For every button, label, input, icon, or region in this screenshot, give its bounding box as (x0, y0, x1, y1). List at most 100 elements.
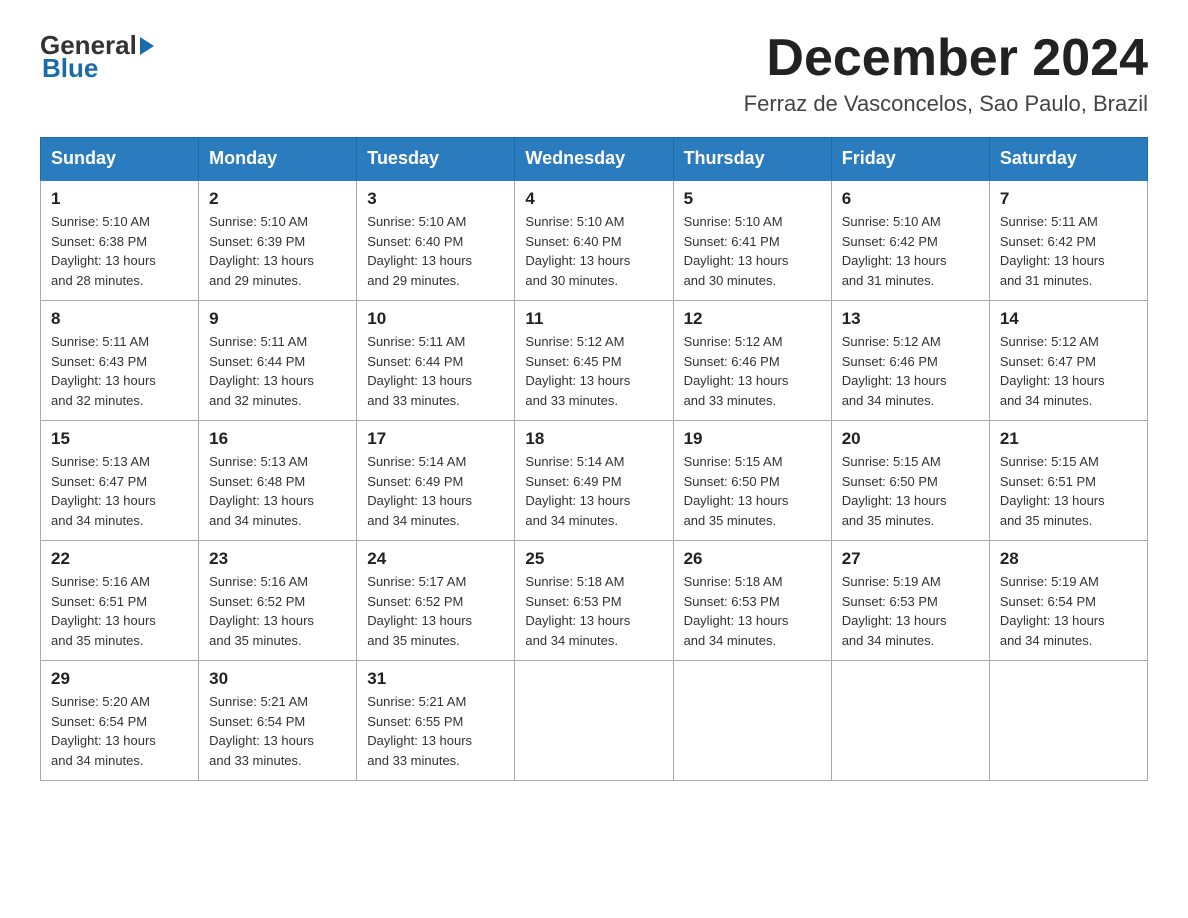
day-cell: 26 Sunrise: 5:18 AMSunset: 6:53 PMDayligh… (673, 541, 831, 661)
day-info: Sunrise: 5:17 AMSunset: 6:52 PMDaylight:… (367, 572, 504, 650)
calendar-table: Sunday Monday Tuesday Wednesday Thursday… (40, 137, 1148, 781)
day-cell: 27 Sunrise: 5:19 AMSunset: 6:53 PMDayligh… (831, 541, 989, 661)
day-number: 20 (842, 429, 979, 449)
header-thursday: Thursday (673, 138, 831, 181)
logo-blue-text: Blue (42, 53, 98, 84)
week-row-2: 8Sunrise: 5:11 AMSunset: 6:43 PMDaylight… (41, 301, 1148, 421)
day-number: 13 (842, 309, 979, 329)
header-wednesday: Wednesday (515, 138, 673, 181)
day-cell: 17 Sunrise: 5:14 AMSunset: 6:49 PMDayligh… (357, 421, 515, 541)
day-number: 6 (842, 189, 979, 209)
day-cell: 31 Sunrise: 5:21 AMSunset: 6:55 PMDayligh… (357, 661, 515, 781)
day-number: 9 (209, 309, 346, 329)
day-cell: 5 Sunrise: 5:10 AMSunset: 6:41 PMDaylight… (673, 180, 831, 301)
day-number: 15 (51, 429, 188, 449)
day-info: Sunrise: 5:14 AMSunset: 6:49 PMDaylight:… (525, 452, 662, 530)
day-cell (673, 661, 831, 781)
day-cell: 18 Sunrise: 5:14 AMSunset: 6:49 PMDayligh… (515, 421, 673, 541)
day-cell: 8Sunrise: 5:11 AMSunset: 6:43 PMDaylight… (41, 301, 199, 421)
day-number: 27 (842, 549, 979, 569)
day-cell: 29 Sunrise: 5:20 AMSunset: 6:54 PMDayligh… (41, 661, 199, 781)
day-cell: 25 Sunrise: 5:18 AMSunset: 6:53 PMDayligh… (515, 541, 673, 661)
day-number: 16 (209, 429, 346, 449)
day-info: Sunrise: 5:15 AMSunset: 6:50 PMDaylight:… (684, 452, 821, 530)
day-cell (831, 661, 989, 781)
day-cell (515, 661, 673, 781)
day-number: 11 (525, 309, 662, 329)
day-info: Sunrise: 5:14 AMSunset: 6:49 PMDaylight:… (367, 452, 504, 530)
day-info: Sunrise: 5:11 AMSunset: 6:42 PMDaylight:… (1000, 212, 1137, 290)
day-info: Sunrise: 5:11 AMSunset: 6:44 PMDaylight:… (367, 332, 504, 410)
day-cell: 16 Sunrise: 5:13 AMSunset: 6:48 PMDayligh… (199, 421, 357, 541)
day-number: 26 (684, 549, 821, 569)
day-info: Sunrise: 5:16 AMSunset: 6:52 PMDaylight:… (209, 572, 346, 650)
day-cell: 9Sunrise: 5:11 AMSunset: 6:44 PMDaylight… (199, 301, 357, 421)
day-number: 3 (367, 189, 504, 209)
location-subtitle: Ferraz de Vasconcelos, Sao Paulo, Brazil (744, 91, 1148, 117)
week-row-4: 22 Sunrise: 5:16 AMSunset: 6:51 PMDayligh… (41, 541, 1148, 661)
day-cell: 10Sunrise: 5:11 AMSunset: 6:44 PMDayligh… (357, 301, 515, 421)
day-cell: 2 Sunrise: 5:10 AMSunset: 6:39 PMDaylight… (199, 180, 357, 301)
day-number: 2 (209, 189, 346, 209)
day-info: Sunrise: 5:19 AMSunset: 6:53 PMDaylight:… (842, 572, 979, 650)
title-area: December 2024 Ferraz de Vasconcelos, Sao… (744, 30, 1148, 117)
day-number: 19 (684, 429, 821, 449)
day-number: 17 (367, 429, 504, 449)
day-number: 31 (367, 669, 504, 689)
day-info: Sunrise: 5:11 AMSunset: 6:43 PMDaylight:… (51, 332, 188, 410)
day-cell: 19 Sunrise: 5:15 AMSunset: 6:50 PMDayligh… (673, 421, 831, 541)
day-info: Sunrise: 5:21 AMSunset: 6:55 PMDaylight:… (367, 692, 504, 770)
day-info: Sunrise: 5:10 AMSunset: 6:40 PMDaylight:… (367, 212, 504, 290)
day-info: Sunrise: 5:18 AMSunset: 6:53 PMDaylight:… (684, 572, 821, 650)
weekday-header-row: Sunday Monday Tuesday Wednesday Thursday… (41, 138, 1148, 181)
day-info: Sunrise: 5:15 AMSunset: 6:51 PMDaylight:… (1000, 452, 1137, 530)
day-number: 22 (51, 549, 188, 569)
day-info: Sunrise: 5:10 AMSunset: 6:38 PMDaylight:… (51, 212, 188, 290)
day-number: 29 (51, 669, 188, 689)
day-number: 7 (1000, 189, 1137, 209)
day-cell: 7 Sunrise: 5:11 AMSunset: 6:42 PMDaylight… (989, 180, 1147, 301)
week-row-5: 29 Sunrise: 5:20 AMSunset: 6:54 PMDayligh… (41, 661, 1148, 781)
day-info: Sunrise: 5:16 AMSunset: 6:51 PMDaylight:… (51, 572, 188, 650)
day-cell: 1 Sunrise: 5:10 AMSunset: 6:38 PMDaylight… (41, 180, 199, 301)
day-info: Sunrise: 5:12 AMSunset: 6:47 PMDaylight:… (1000, 332, 1137, 410)
day-info: Sunrise: 5:12 AMSunset: 6:45 PMDaylight:… (525, 332, 662, 410)
day-info: Sunrise: 5:10 AMSunset: 6:41 PMDaylight:… (684, 212, 821, 290)
day-info: Sunrise: 5:12 AMSunset: 6:46 PMDaylight:… (684, 332, 821, 410)
day-cell: 13Sunrise: 5:12 AMSunset: 6:46 PMDayligh… (831, 301, 989, 421)
day-number: 24 (367, 549, 504, 569)
day-cell: 24 Sunrise: 5:17 AMSunset: 6:52 PMDayligh… (357, 541, 515, 661)
day-number: 1 (51, 189, 188, 209)
day-cell: 30Sunrise: 5:21 AMSunset: 6:54 PMDayligh… (199, 661, 357, 781)
day-info: Sunrise: 5:15 AMSunset: 6:50 PMDaylight:… (842, 452, 979, 530)
day-info: Sunrise: 5:13 AMSunset: 6:47 PMDaylight:… (51, 452, 188, 530)
day-number: 25 (525, 549, 662, 569)
day-number: 5 (684, 189, 821, 209)
page-header: General Blue December 2024 Ferraz de Vas… (40, 30, 1148, 117)
header-sunday: Sunday (41, 138, 199, 181)
day-info: Sunrise: 5:18 AMSunset: 6:53 PMDaylight:… (525, 572, 662, 650)
logo: General Blue (40, 30, 157, 84)
day-cell (989, 661, 1147, 781)
header-monday: Monday (199, 138, 357, 181)
day-info: Sunrise: 5:10 AMSunset: 6:42 PMDaylight:… (842, 212, 979, 290)
day-info: Sunrise: 5:10 AMSunset: 6:40 PMDaylight:… (525, 212, 662, 290)
day-cell: 20 Sunrise: 5:15 AMSunset: 6:50 PMDayligh… (831, 421, 989, 541)
day-info: Sunrise: 5:13 AMSunset: 6:48 PMDaylight:… (209, 452, 346, 530)
day-cell: 12Sunrise: 5:12 AMSunset: 6:46 PMDayligh… (673, 301, 831, 421)
week-row-3: 15 Sunrise: 5:13 AMSunset: 6:47 PMDayligh… (41, 421, 1148, 541)
day-cell: 4 Sunrise: 5:10 AMSunset: 6:40 PMDaylight… (515, 180, 673, 301)
day-cell: 15 Sunrise: 5:13 AMSunset: 6:47 PMDayligh… (41, 421, 199, 541)
day-cell: 22 Sunrise: 5:16 AMSunset: 6:51 PMDayligh… (41, 541, 199, 661)
day-cell: 3 Sunrise: 5:10 AMSunset: 6:40 PMDaylight… (357, 180, 515, 301)
day-number: 28 (1000, 549, 1137, 569)
day-cell: 11 Sunrise: 5:12 AMSunset: 6:45 PMDayligh… (515, 301, 673, 421)
day-cell: 14 Sunrise: 5:12 AMSunset: 6:47 PMDayligh… (989, 301, 1147, 421)
day-number: 14 (1000, 309, 1137, 329)
day-number: 18 (525, 429, 662, 449)
day-info: Sunrise: 5:20 AMSunset: 6:54 PMDaylight:… (51, 692, 188, 770)
day-number: 4 (525, 189, 662, 209)
month-year-title: December 2024 (744, 30, 1148, 87)
day-cell: 6 Sunrise: 5:10 AMSunset: 6:42 PMDaylight… (831, 180, 989, 301)
day-info: Sunrise: 5:10 AMSunset: 6:39 PMDaylight:… (209, 212, 346, 290)
